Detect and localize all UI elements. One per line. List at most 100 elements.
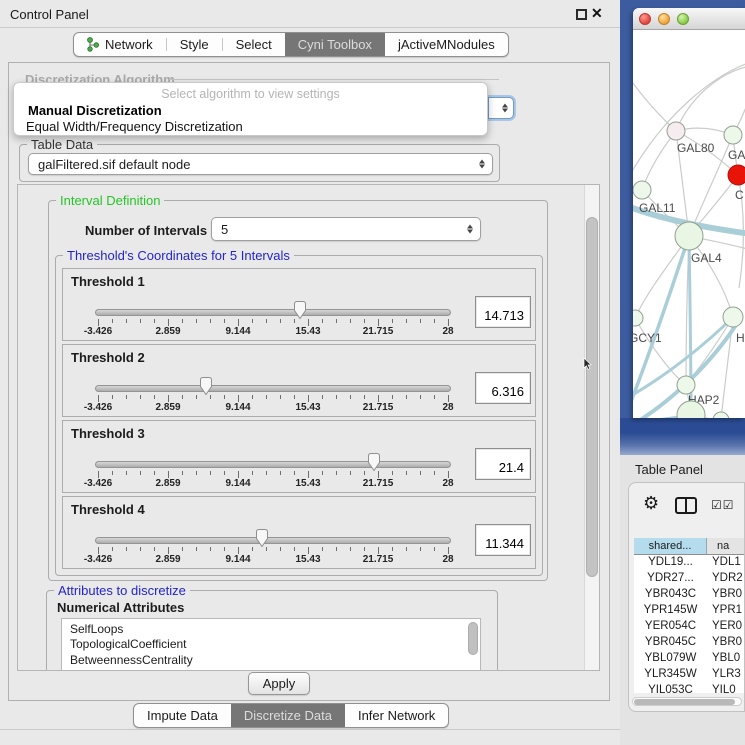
apply-button[interactable]: Apply [248, 672, 310, 695]
table-row[interactable]: YLR345WYLR3 [634, 667, 745, 683]
thresholds-group: Threshold's Coordinates for 5 Intervals … [55, 255, 543, 576]
combobox-arrows-icon [502, 104, 508, 113]
attribute-list-item[interactable]: BetweennessCentrality [62, 653, 480, 668]
network-canvas[interactable]: GAL80GACGAL11GAL4GCY1HHAP2 [633, 30, 745, 418]
threshold-slider-track[interactable] [95, 461, 451, 468]
tab-cyni-toolbox[interactable]: Cyni Toolbox [285, 33, 385, 56]
zoom-window-icon[interactable] [677, 13, 689, 25]
network-node[interactable] [724, 126, 742, 144]
network-node-label: GA [728, 148, 745, 162]
thresholds-group-title: Threshold's Coordinates for 5 Intervals [63, 248, 294, 263]
table-row[interactable]: YBL079WYBL0 [634, 651, 745, 667]
numerical-attributes-list: SelfLoopsTopologicalCoefficientBetweenne… [61, 618, 481, 671]
network-node[interactable] [633, 181, 651, 199]
threshold-label: Threshold 4 [71, 502, 145, 517]
table-row[interactable]: YDL19...YDL1 [634, 555, 745, 571]
tab-infer-network[interactable]: Infer Network [345, 704, 448, 727]
table-data-group-title: Table Data [27, 137, 97, 152]
network-node[interactable] [723, 307, 743, 327]
tab-style[interactable]: Style [167, 33, 222, 56]
tab-impute-data[interactable]: Impute Data [134, 704, 231, 727]
threshold-slider-track[interactable] [95, 537, 451, 544]
control-panel-tabs: Network Style Select Cyni Toolbox jActiv… [73, 32, 509, 57]
settings-vertical-scrollbar[interactable] [584, 185, 599, 670]
interval-definition-title: Interval Definition [56, 193, 164, 208]
table-horizontal-scrollbar[interactable] [632, 697, 742, 706]
network-frame-bottom-border [620, 418, 745, 455]
threshold-label: Threshold 2 [71, 350, 145, 365]
network-node[interactable] [713, 412, 729, 418]
tab-jactivemnodules[interactable]: jActiveMNodules [385, 33, 508, 56]
threshold-slider-track[interactable] [95, 309, 451, 316]
combobox-arrows-icon [467, 225, 473, 234]
column-header-name[interactable]: na [707, 538, 745, 555]
column-header-shared-name[interactable]: shared... [634, 538, 707, 555]
table-row[interactable]: YER054CYER0 [634, 619, 745, 635]
threshold-slider-thumb[interactable] [292, 300, 308, 320]
threshold-slider-track[interactable] [95, 385, 451, 392]
network-node[interactable] [677, 376, 695, 394]
gear-icon[interactable]: ⚙ [643, 493, 659, 514]
network-edge [633, 75, 676, 131]
combobox-arrows-icon [479, 160, 485, 169]
network-node-label: GAL11 [639, 201, 676, 215]
table-data-combobox[interactable]: galFiltered.sif default node [28, 153, 493, 175]
right-panel: GAL80GACGAL11GAL4GCY1HHAP2 Table Panel ⚙… [620, 0, 745, 745]
network-node[interactable] [728, 165, 745, 185]
dropdown-item-manual-discretization[interactable]: Manual Discretization [28, 103, 162, 118]
table-row[interactable]: YIL053CYIL0 [634, 683, 745, 693]
split-columns-icon[interactable] [675, 497, 697, 514]
table-row[interactable]: YDR27...YDR2 [634, 571, 745, 587]
attribute-list-item[interactable]: SelfLoops [62, 622, 480, 637]
threshold-row: Threshold 3 -3.4262.8599.14415.4321.7152… [62, 420, 536, 493]
table-panel: Table Panel ⚙ ☑☑ shared... na YDL19...YD… [620, 455, 745, 745]
threshold-slider-thumb[interactable] [198, 376, 214, 396]
tab-discretize-data[interactable]: Discretize Data [231, 704, 345, 727]
panel-divider [0, 729, 620, 730]
list-scrollbar-thumb[interactable] [468, 622, 478, 655]
threshold-value-field[interactable] [475, 372, 531, 404]
tab-select[interactable]: Select [223, 33, 285, 56]
table-row[interactable]: YBR043CYBR0 [634, 587, 745, 603]
number-of-intervals-combobox[interactable]: 5 [211, 217, 481, 241]
table-rows: YDL19...YDL1YDR27...YDR2YBR043CYBR0YPR14… [634, 555, 745, 693]
threshold-slider-thumb[interactable] [366, 452, 382, 472]
network-view-frame: GAL80GACGAL11GAL4GCY1HHAP2 [620, 0, 745, 455]
network-window-titlebar[interactable] [633, 8, 745, 30]
network-edge [635, 236, 689, 318]
network-window[interactable]: GAL80GACGAL11GAL4GCY1HHAP2 [633, 8, 745, 418]
attributes-group: Attributes to discretize Numerical Attri… [46, 590, 498, 671]
table-data-group: Table Data galFiltered.sif default node [19, 144, 500, 182]
threshold-value-field[interactable] [475, 296, 531, 328]
network-node[interactable] [633, 310, 643, 326]
threshold-value-field[interactable] [475, 448, 531, 480]
table-panel-body: ⚙ ☑☑ shared... na YDL19...YDL1YDR27...YD… [628, 482, 745, 712]
network-node-label: GCY1 [633, 331, 662, 345]
attribute-list-item[interactable]: TopologicalCoefficient [62, 637, 480, 652]
tab-network[interactable]: Network [74, 33, 166, 56]
checkbox-icons[interactable]: ☑☑ [711, 498, 735, 512]
network-edge [642, 131, 676, 190]
threshold-value-field[interactable] [475, 524, 531, 556]
cyni-toolbox-panel: Discretization Algorithm Select algorith… [8, 62, 610, 701]
threshold-slider-thumb[interactable] [254, 528, 270, 548]
scrollbar-thumb[interactable] [634, 699, 735, 705]
network-node[interactable] [675, 222, 703, 250]
close-window-icon[interactable] [639, 13, 651, 25]
number-of-intervals-label: Number of Intervals [85, 223, 207, 238]
network-node-label: GAL4 [691, 251, 722, 265]
table-row[interactable]: YPR145WYPR1 [634, 603, 745, 619]
network-node-label: C [735, 188, 744, 202]
close-panel-icon[interactable]: ✕ [591, 5, 603, 22]
network-node[interactable] [667, 122, 685, 140]
number-of-intervals-value: 5 [221, 222, 228, 237]
network-edge [633, 62, 745, 180]
control-panel: Control Panel ✕ Network Style Select Cyn… [0, 0, 620, 745]
algorithm-combobox-fragment[interactable] [488, 97, 514, 119]
float-panel-icon[interactable] [576, 9, 587, 20]
table-row[interactable]: YBR045CYBR0 [634, 635, 745, 651]
scrollbar-thumb[interactable] [586, 217, 598, 577]
minimize-window-icon[interactable] [658, 13, 670, 25]
dropdown-item-equal-width-frequency[interactable]: Equal Width/Frequency Discretization [26, 119, 243, 134]
mouse-cursor [583, 358, 593, 370]
